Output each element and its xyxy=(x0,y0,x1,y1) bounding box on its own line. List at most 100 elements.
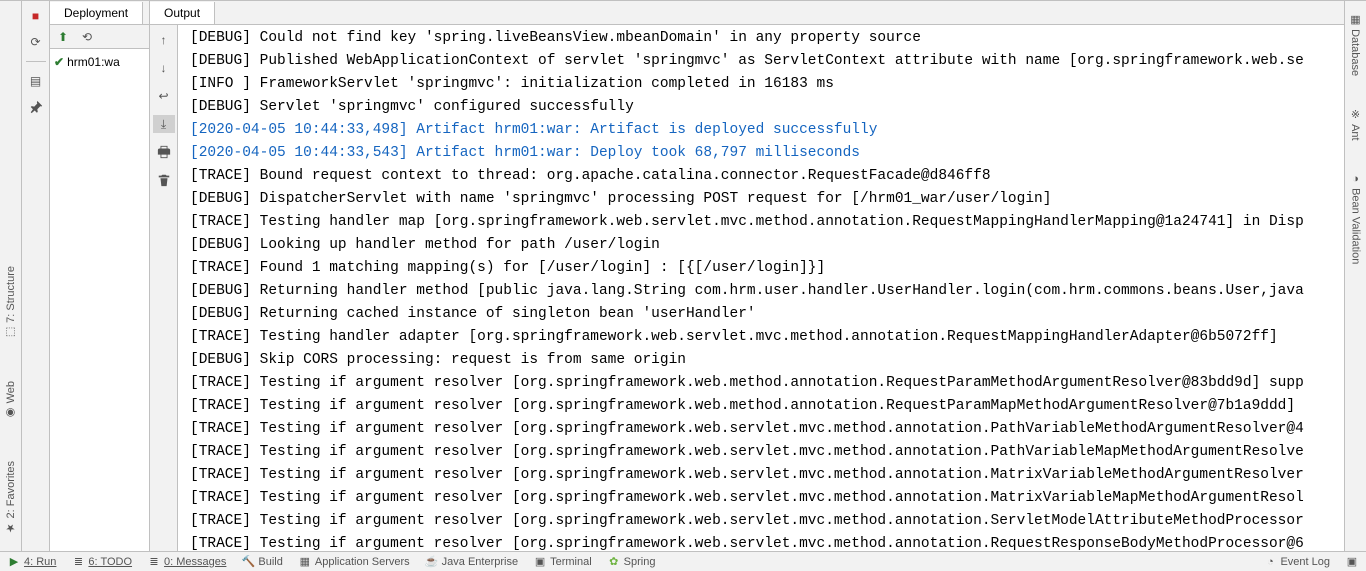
left-side-strip: ⬚ 7: Structure ◉ Web ★ 2: Favorites xyxy=(0,1,22,551)
console-output[interactable]: [DEBUG] Could not find key 'spring.liveB… xyxy=(178,25,1344,551)
log-line: [DEBUG] Skip CORS processing: request is… xyxy=(190,349,1336,372)
log-line: [TRACE] Testing handler adapter [org.spr… xyxy=(190,326,1336,349)
log-line: [TRACE] Testing if argument resolver [or… xyxy=(190,464,1336,487)
sidebar-favorites-label: 2: Favorites xyxy=(5,461,17,518)
bottom-run[interactable]: ▶ 4: Run xyxy=(0,556,64,568)
javaee-icon: ☕ xyxy=(426,556,438,568)
web-icon: ◉ xyxy=(5,403,17,419)
deploy-icon[interactable]: ⬆ xyxy=(54,28,72,46)
artifact-label: hrm01:wa xyxy=(67,55,120,69)
run-icon: ▶ xyxy=(8,556,20,568)
toolbar-separator xyxy=(26,61,46,62)
refresh-icon[interactable]: ⟲ xyxy=(78,28,96,46)
sidebar-bean-label: Bean Validation xyxy=(1350,188,1362,264)
log-line: [TRACE] Testing if argument resolver [or… xyxy=(190,418,1336,441)
bottom-run-label: 4: Run xyxy=(24,556,56,568)
bottom-eventlog-label: Event Log xyxy=(1280,556,1330,568)
bottom-bar: ▶ 4: Run ≣ 6: TODO ≣ 0: Messages 🔨 Build… xyxy=(0,551,1366,571)
soft-wrap-icon[interactable]: ↩ xyxy=(155,87,173,105)
log-line: [DEBUG] Looking up handler method for pa… xyxy=(190,234,1336,257)
up-icon[interactable]: ↑ xyxy=(155,31,173,49)
bottom-appservers-label: Application Servers xyxy=(315,556,410,568)
structure-icon: ⬚ xyxy=(5,323,17,339)
messages-icon: ≣ xyxy=(148,556,160,568)
trash-icon[interactable] xyxy=(155,171,173,189)
sidebar-favorites[interactable]: ★ 2: Favorites xyxy=(4,455,17,541)
bottom-terminal-label: Terminal xyxy=(550,556,592,568)
log-line: [TRACE] Found 1 matching mapping(s) for … xyxy=(190,257,1336,280)
tab-deployment[interactable]: Deployment xyxy=(50,2,143,24)
star-icon: ★ xyxy=(5,519,17,535)
deployment-tabs: Deployment xyxy=(50,1,149,25)
log-line: [DEBUG] Returning cached instance of sin… xyxy=(190,303,1336,326)
terminal-icon: ▣ xyxy=(534,556,546,568)
pin-icon[interactable] xyxy=(27,98,45,116)
bottom-corner[interactable]: ▣ xyxy=(1338,556,1366,568)
deployment-mini-toolbar: ⬆ ⟲ xyxy=(50,25,149,49)
bottom-javaee-label: Java Enterprise xyxy=(442,556,518,568)
deployment-tree: ✔ hrm01:wa xyxy=(50,49,149,75)
log-line: [INFO ] FrameworkServlet 'springmvc': in… xyxy=(190,73,1336,96)
sidebar-web[interactable]: ◉ Web xyxy=(4,375,17,425)
bottom-terminal[interactable]: ▣ Terminal xyxy=(526,556,600,568)
log-line: [TRACE] Bound request context to thread:… xyxy=(190,165,1336,188)
bottom-build-label: Build xyxy=(258,556,282,568)
down-icon[interactable]: ↓ xyxy=(155,59,173,77)
bean-icon: ◑ xyxy=(1350,173,1362,188)
log-line: [DEBUG] DispatcherServlet with name 'spr… xyxy=(190,188,1336,211)
print-icon[interactable] xyxy=(155,143,173,161)
build-icon: 🔨 xyxy=(242,556,254,568)
tab-output[interactable]: Output xyxy=(150,2,215,24)
bottom-todo-label: 6: TODO xyxy=(88,556,132,568)
ant-icon: ※ xyxy=(1349,108,1361,124)
bottom-eventlog[interactable]: ◔ Event Log xyxy=(1256,556,1338,568)
stop-icon[interactable]: ■ xyxy=(27,7,45,25)
eventlog-icon: ◔ xyxy=(1264,556,1276,568)
output-body: ↑ ↓ ↩ ⤓ [DEBUG] Could not find key 'spri… xyxy=(150,25,1344,551)
bottom-appservers[interactable]: ▦ Application Servers xyxy=(291,556,418,568)
output-section: Output ↑ ↓ ↩ ⤓ [DEBUG] Could not find ke… xyxy=(150,1,1344,551)
rerun-icon[interactable]: ⟳ xyxy=(27,33,45,51)
appservers-icon: ▦ xyxy=(299,556,311,568)
sidebar-database-label: Database xyxy=(1349,29,1361,76)
right-side-strip: ▦ Database ※ Ant ◑ Bean Validation xyxy=(1344,1,1366,551)
sidebar-bean-validation[interactable]: ◑ Bean Validation xyxy=(1350,167,1362,270)
corner-icon: ▣ xyxy=(1346,556,1358,568)
bottom-spring[interactable]: ✿ Spring xyxy=(600,556,664,568)
log-line: [DEBUG] Could not find key 'spring.liveB… xyxy=(190,27,1336,50)
scroll-end-icon[interactable]: ⤓ xyxy=(153,115,175,133)
bottom-spring-label: Spring xyxy=(624,556,656,568)
log-line: [TRACE] Testing if argument resolver [or… xyxy=(190,510,1336,533)
log-line: [TRACE] Testing if argument resolver [or… xyxy=(190,441,1336,464)
log-line: [TRACE] Testing if argument resolver [or… xyxy=(190,533,1336,551)
log-line: [DEBUG] Servlet 'springmvc' configured s… xyxy=(190,96,1336,119)
spring-icon: ✿ xyxy=(608,556,620,568)
sidebar-database[interactable]: ▦ Database xyxy=(1349,7,1362,82)
bottom-messages-label: 0: Messages xyxy=(164,556,226,568)
sidebar-ant-label: Ant xyxy=(1349,124,1361,141)
log-line: [DEBUG] Returning handler method [public… xyxy=(190,280,1336,303)
log-line: [TRACE] Testing if argument resolver [or… xyxy=(190,395,1336,418)
sidebar-web-label: Web xyxy=(5,381,17,403)
sidebar-structure[interactable]: ⬚ 7: Structure xyxy=(4,260,17,345)
log-line: [TRACE] Testing handler map [org.springf… xyxy=(190,211,1336,234)
log-line: [DEBUG] Published WebApplicationContext … xyxy=(190,50,1336,73)
layout-icon[interactable]: ▤ xyxy=(27,72,45,90)
todo-icon: ≣ xyxy=(72,556,84,568)
log-line: [2020-04-05 10:44:33,543] Artifact hrm01… xyxy=(190,142,1336,165)
console-toolbar: ↑ ↓ ↩ ⤓ xyxy=(150,25,178,551)
sidebar-structure-label: 7: Structure xyxy=(5,266,17,323)
deployment-panel: Deployment ⬆ ⟲ ✔ hrm01:wa xyxy=(50,1,150,551)
main-area: ⬚ 7: Structure ◉ Web ★ 2: Favorites ■ ⟳ … xyxy=(0,0,1366,551)
log-line: [TRACE] Testing if argument resolver [or… xyxy=(190,372,1336,395)
log-line: [2020-04-05 10:44:33,498] Artifact hrm01… xyxy=(190,119,1336,142)
bottom-javaee[interactable]: ☕ Java Enterprise xyxy=(418,556,526,568)
bottom-build[interactable]: 🔨 Build xyxy=(234,556,290,568)
database-icon: ▦ xyxy=(1349,13,1361,29)
sidebar-ant[interactable]: ※ Ant xyxy=(1349,102,1362,147)
log-line: [TRACE] Testing if argument resolver [or… xyxy=(190,487,1336,510)
tree-item-artifact[interactable]: ✔ hrm01:wa xyxy=(54,55,145,69)
bottom-messages[interactable]: ≣ 0: Messages xyxy=(140,556,234,568)
check-icon: ✔ xyxy=(54,55,64,69)
bottom-todo[interactable]: ≣ 6: TODO xyxy=(64,556,140,568)
